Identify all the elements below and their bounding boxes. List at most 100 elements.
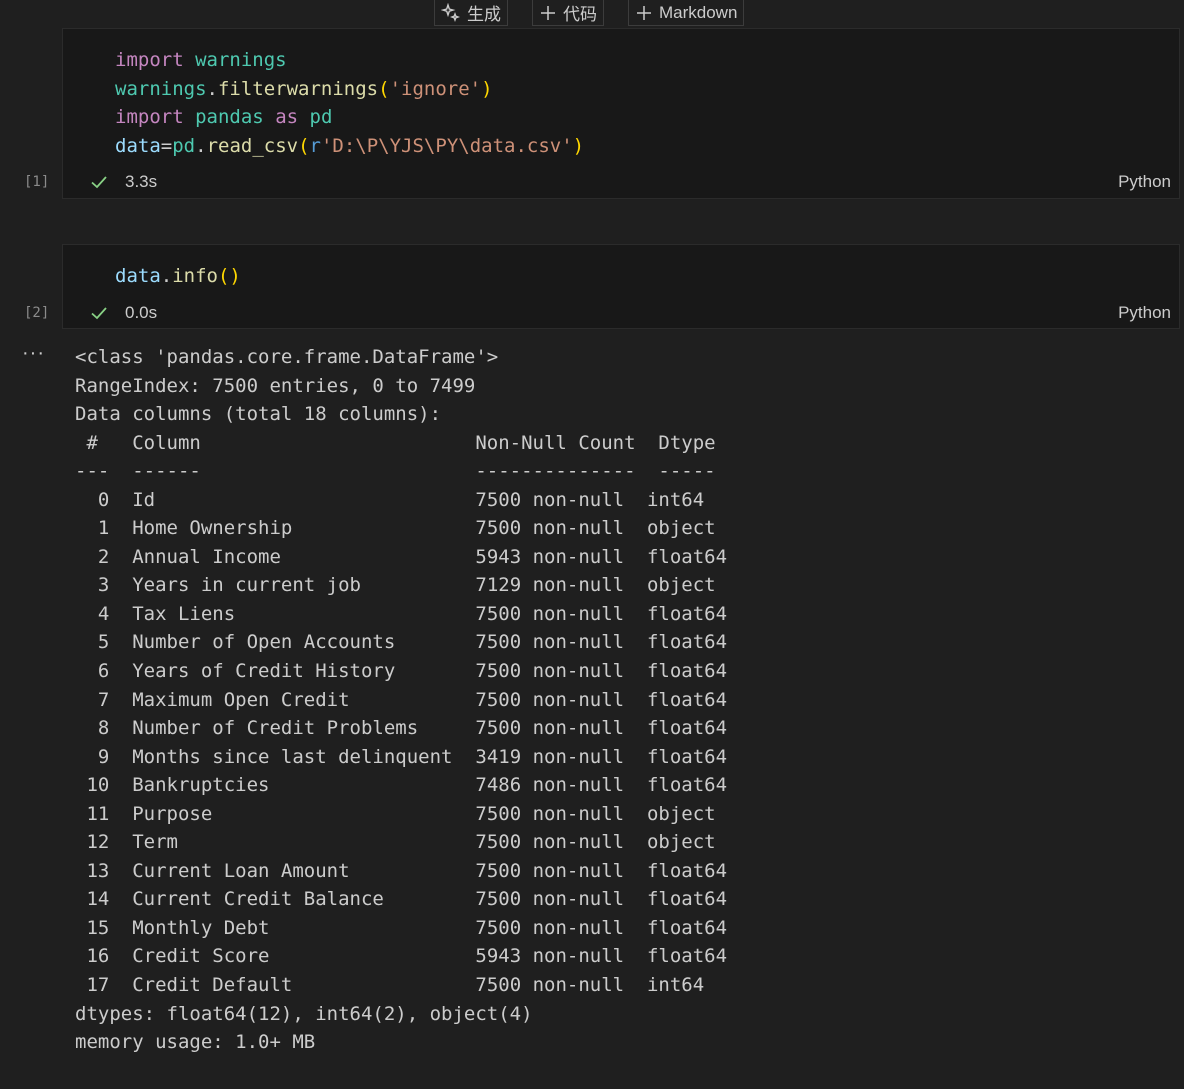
plus-icon [541,5,555,20]
output-table-row: 16 Credit Score 5943 non-null float64 [75,942,738,971]
output-idx-cell: 16 [75,945,133,968]
code-line: warnings.filterwarnings('ignore') [115,75,1179,104]
code-editor[interactable]: import warnings warnings.filterwarnings('… [63,29,1179,160]
code-token: read_csv [206,134,299,157]
output-non-null-cell: 7500 non-null [475,831,647,854]
code-token: warnings [195,49,287,71]
output-table-row: 1 Home Ownership 7500 non-null object [75,514,738,543]
output-dtype-cell: object [646,517,716,540]
output-table-row: 13 Current Loan Amount 7500 non-null flo… [75,857,738,886]
code-token: ( [378,77,390,100]
add-code-label: 代码 [563,5,597,24]
output-column-cell: Monthly Debt [132,916,476,939]
code-token: . [160,265,173,287]
add-markdown-label: Markdown [659,2,738,22]
code-editor[interactable]: data.info() [63,245,1179,291]
output-dtype-cell: float64 [646,888,728,911]
output-non-null-cell: 7500 non-null [475,688,647,711]
output-non-null-cell: 7486 non-null [475,774,647,797]
output-column-cell: Current Loan Amount [132,859,476,882]
output-dtype-cell: float64 [646,745,728,768]
output-footer-line: dtypes: float64(12), int64(2), object(4) [75,1002,533,1025]
code-token: () [217,265,241,287]
output-idx-cell: 1 [75,517,133,540]
output-table-row: 15 Monthly Debt 7500 non-null float64 [75,914,738,943]
code-line: import warnings [115,46,1179,75]
code-cell[interactable]: import warnings warnings.filterwarnings('… [62,28,1180,199]
output-table-row: 11 Purpose 7500 non-null object [75,800,738,829]
generate-button[interactable]: 生成 [434,0,508,26]
code-token: 'D:\P\YJS\PY\data.csv' [320,134,573,157]
output-table-row: 17 Credit Default 7500 non-null int64 [75,971,738,1000]
output-idx-cell: 10 [75,774,133,797]
output-idx-cell: 8 [75,717,133,740]
output-idx-cell: 13 [75,859,133,882]
output-column-cell: Home Ownership [132,517,476,540]
output-column-cell: Number of Open Accounts [132,631,476,654]
output-column-cell: Id [132,488,476,511]
cell-output: <class 'pandas.core.frame.DataFrame'> Ran… [75,343,738,1057]
output-header-line: RangeIndex: 7500 entries, 0 to 7499 [75,374,476,397]
execution-count: [2] [24,305,50,321]
execution-time: 0.0s [125,303,158,322]
output-column-cell: Bankruptcies [132,774,476,797]
output-idx-cell: 15 [75,916,133,939]
output-column-cell: Purpose [132,802,476,825]
code-token: pandas [195,106,264,128]
output-table-row: 3 Years in current job 7129 non-null obj… [75,571,738,600]
output-table-row: 10 Bankruptcies 7486 non-null float64 [75,771,738,800]
code-token: r [309,134,321,157]
output-idx-cell: 9 [75,745,133,768]
output-column-cell: Credit Score [132,945,476,968]
code-token: = [160,134,173,157]
language-picker[interactable]: Python [1118,303,1171,323]
output-non-null-cell: 7500 non-null [475,859,647,882]
code-token: info [172,265,218,287]
check-icon [91,307,107,320]
output-idx-cell: 2 [75,545,133,568]
output-table-row: 9 Months since last delinquent 3419 non-… [75,743,738,772]
output-idx-cell: 17 [75,974,133,997]
output-non-null-cell: 7500 non-null [475,802,647,825]
output-table-row: 14 Current Credit Balance 7500 non-null … [75,885,738,914]
plus-icon [637,5,651,20]
execution-time: 3.3s [125,172,158,191]
code-token: filterwarnings [217,77,379,100]
generate-label: 生成 [467,5,501,24]
cell-status-bar: 3.3s Python [63,168,1179,196]
code-token: ) [481,77,493,100]
output-non-null-cell: 5943 non-null [475,545,647,568]
output-dtype-cell: float64 [646,545,728,568]
output-idx-cell: 3 [75,574,133,597]
code-token: data [115,134,161,157]
output-non-null-cell: 7500 non-null [475,974,647,997]
check-icon [91,176,107,189]
output-dtype-cell: float64 [646,859,728,882]
add-code-cell-button[interactable]: 代码 [532,0,604,26]
output-more-actions-button[interactable]: ··· [22,342,45,365]
code-token: ( [298,134,310,157]
output-column-cell: Tax Liens [132,602,476,625]
output-non-null-cell: 3419 non-null [475,745,647,768]
output-non-null-cell: 7500 non-null [475,602,647,625]
output-table-row: 2 Annual Income 5943 non-null float64 [75,543,738,572]
output-dtype-cell: float64 [646,631,728,654]
sparkle-icon [441,2,461,22]
add-markdown-cell-button[interactable]: Markdown [628,0,745,26]
output-idx-cell: 12 [75,831,133,854]
output-non-null-cell: 7500 non-null [475,717,647,740]
output-non-null-cell: 7500 non-null [475,488,647,511]
execution-count: [1] [24,174,50,190]
language-picker[interactable]: Python [1118,172,1171,192]
output-non-null-cell: 7500 non-null [475,888,647,911]
output-table-row: 0 Id 7500 non-null int64 [75,486,738,515]
output-non-null-cell: 7129 non-null [475,574,647,597]
code-cell[interactable]: data.info() 0.0s Python [62,244,1180,329]
output-dtype-cell: float64 [646,660,728,683]
output-header-line: Data columns (total 18 columns): [75,403,442,426]
code-token: warnings [115,77,207,100]
output-column-cell: Years of Credit History [132,660,476,683]
